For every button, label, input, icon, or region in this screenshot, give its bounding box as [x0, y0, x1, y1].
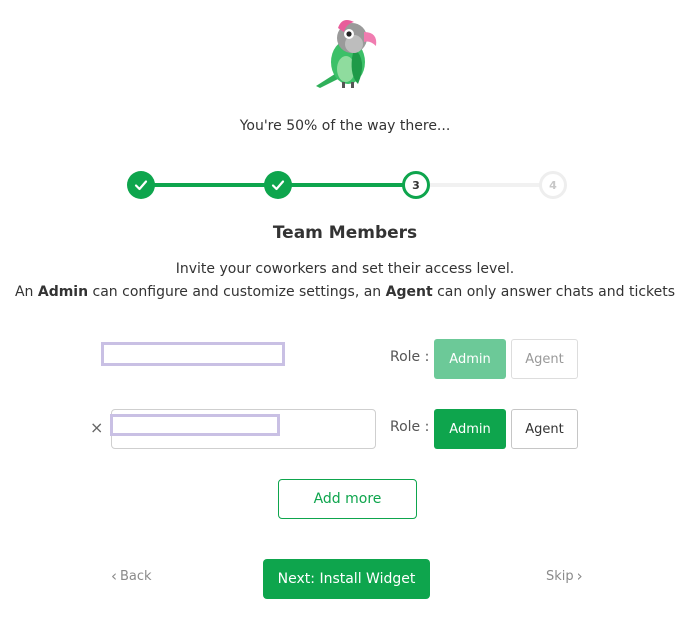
admin-role-button[interactable]: Admin [434, 339, 506, 379]
skip-link[interactable]: Skip › [546, 567, 583, 585]
checkmark-icon [271, 180, 285, 191]
add-more-button[interactable]: Add more [278, 479, 417, 519]
role-label: Role : [390, 419, 430, 435]
step-3-current: 3 [402, 171, 430, 199]
stepper-line-done [277, 183, 415, 187]
email-input-redacted[interactable] [110, 414, 280, 436]
progress-text: You're 50% of the way there... [239, 118, 451, 134]
description-text: can only answer chats and tickets [432, 284, 676, 300]
step-4-todo: 4 [539, 171, 567, 199]
section-title: Team Members [272, 223, 418, 243]
role-label: Role : [390, 349, 430, 365]
admin-role-button[interactable]: Admin [434, 409, 506, 449]
description-text: can configure and customize settings, an [88, 284, 386, 300]
step-1-complete [127, 171, 155, 199]
description-text: An [14, 284, 38, 300]
remove-member-icon[interactable]: × [90, 420, 103, 436]
step-2-complete [264, 171, 292, 199]
description-line-1: Invite your coworkers and set their acce… [175, 261, 515, 277]
agent-term: Agent [385, 284, 433, 300]
back-link[interactable]: ‹ Back [111, 567, 152, 585]
step-number: 4 [549, 178, 557, 192]
description-line-2: An Admin can configure and customize set… [0, 284, 690, 300]
parrot-logo [316, 20, 377, 88]
chevron-left-icon: ‹ [111, 567, 117, 585]
skip-label: Skip [546, 568, 574, 584]
email-input-redacted[interactable] [101, 342, 285, 366]
stepper-line-done [140, 183, 277, 187]
agent-role-button[interactable]: Agent [511, 339, 578, 379]
admin-term: Admin [37, 284, 89, 300]
back-label: Back [120, 568, 152, 584]
agent-role-button[interactable]: Agent [511, 409, 578, 449]
chevron-right-icon: › [576, 567, 583, 585]
next-install-widget-button[interactable]: Next: Install Widget [263, 559, 430, 599]
step-number: 3 [412, 178, 420, 192]
stepper-line-todo [415, 183, 552, 187]
checkmark-icon [134, 180, 148, 191]
